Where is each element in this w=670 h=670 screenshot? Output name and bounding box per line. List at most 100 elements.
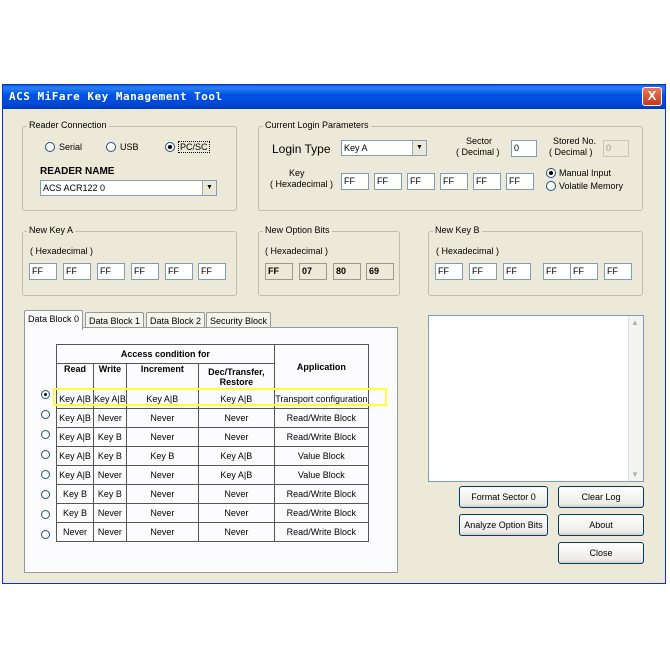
access-cell: Never xyxy=(93,503,127,523)
access-cell: Key B xyxy=(93,427,127,447)
new-option-bits-legend: New Option Bits xyxy=(263,225,332,235)
login-parameters-legend: Current Login Parameters xyxy=(263,120,371,130)
login-key-byte-4[interactable]: FF xyxy=(440,173,468,190)
sector-input[interactable]: 0 xyxy=(511,140,537,157)
row-select-radio[interactable] xyxy=(41,490,50,499)
access-cell: Key B xyxy=(93,446,127,466)
new-key-b-byte-6[interactable]: FF xyxy=(604,263,632,280)
row-select-radio[interactable] xyxy=(41,390,50,399)
new-key-b-byte-2[interactable]: FF xyxy=(469,263,497,280)
option-bits-byte-2: 07 xyxy=(299,263,327,280)
option-bits-byte-3: 80 xyxy=(333,263,361,280)
window-title: ACS MiFare Key Management Tool xyxy=(9,90,223,103)
option-bits-byte-4: 69 xyxy=(366,263,394,280)
access-cell: Never xyxy=(197,484,275,504)
access-condition-table: Access condition for Application Read Wr… xyxy=(56,344,369,542)
access-cell: Never xyxy=(125,484,199,504)
close-window-icon[interactable]: X xyxy=(642,87,662,106)
option-bits-hex-label: ( Hexadecimal ) xyxy=(265,246,329,256)
scroll-down-icon[interactable]: ▼ xyxy=(631,470,639,479)
table-row[interactable]: Key A|B Never Never Key A|B Value Block xyxy=(56,465,369,485)
scroll-up-icon[interactable]: ▲ xyxy=(631,318,639,327)
new-key-a-hex-label: ( Hexadecimal ) xyxy=(30,246,94,256)
access-cell: Never xyxy=(93,522,127,542)
access-cell: Never xyxy=(125,427,199,447)
column-read: Read xyxy=(56,363,94,390)
access-cell: Never xyxy=(125,408,199,428)
chevron-down-icon[interactable]: ▼ xyxy=(412,141,426,155)
manual-input-radio[interactable] xyxy=(546,168,556,178)
table-row[interactable]: Key A|B Key A|B Key A|B Key A|B Transport co… xyxy=(56,389,369,409)
access-condition-header: Access condition for xyxy=(56,344,275,364)
new-key-b-hex-label: ( Hexadecimal ) xyxy=(436,246,500,256)
reader-name-select[interactable]: ACS ACR122 0 ▼ xyxy=(40,180,217,196)
access-cell: Key A|B xyxy=(197,446,275,466)
table-row[interactable]: Key B Key B Never Never Read/Write Block xyxy=(56,484,369,504)
access-cell: Never xyxy=(125,503,199,523)
table-row[interactable]: Never Never Never Never Read/Write Block xyxy=(56,522,369,542)
reader-connection-legend: Reader Connection xyxy=(27,120,109,130)
key-hex-label: ( Hexadecimal ) xyxy=(270,179,334,189)
table-row[interactable]: Key A|B Key B Key B Key A|B Value Block xyxy=(56,446,369,466)
access-cell: Never xyxy=(93,465,127,485)
login-type-select[interactable]: Key A ▼ xyxy=(341,140,427,156)
format-sector-button[interactable]: Format Sector 0 xyxy=(459,486,548,508)
login-key-byte-2[interactable]: FF xyxy=(374,173,402,190)
row-select-radio[interactable] xyxy=(41,530,50,539)
login-key-byte-5[interactable]: FF xyxy=(473,173,501,190)
row-select-radio[interactable] xyxy=(41,470,50,479)
access-cell: Key A|B xyxy=(197,389,275,409)
usb-radio[interactable] xyxy=(106,142,116,152)
analyze-option-bits-button[interactable]: Analyze Option Bits xyxy=(459,514,548,536)
row-select-radio[interactable] xyxy=(41,430,50,439)
new-key-a-byte-2[interactable]: FF xyxy=(63,263,91,280)
close-button[interactable]: Close xyxy=(558,542,644,564)
login-key-byte-6[interactable]: FF xyxy=(506,173,534,190)
new-key-a-byte-1[interactable]: FF xyxy=(29,263,57,280)
log-listbox[interactable]: ▲ ▼ xyxy=(428,315,644,482)
access-cell: Key A|B xyxy=(197,465,275,485)
clear-log-button[interactable]: Clear Log xyxy=(558,486,644,508)
log-scrollbar[interactable]: ▲ ▼ xyxy=(628,316,643,481)
new-key-b-byte-3[interactable]: FF xyxy=(503,263,531,280)
stored-decimal-label: ( Decimal ) xyxy=(549,147,593,157)
access-cell: Key A|B xyxy=(56,389,94,409)
access-cell: Never xyxy=(197,503,275,523)
access-cell: Key A|B xyxy=(56,446,94,466)
about-button[interactable]: About xyxy=(558,514,644,536)
volatile-memory-label: Volatile Memory xyxy=(559,181,624,191)
access-cell: Key B xyxy=(93,484,127,504)
pcsc-label: PC/SC xyxy=(178,141,210,153)
new-key-b-byte-5[interactable]: FF xyxy=(570,263,598,280)
application-cell: Read/Write Block xyxy=(273,427,369,447)
login-key-byte-1[interactable]: FF xyxy=(341,173,369,190)
table-row[interactable]: Key A|B Key B Never Never Read/Write Block xyxy=(56,427,369,447)
application-cell: Transport configuration xyxy=(273,389,369,409)
row-select-radio[interactable] xyxy=(41,450,50,459)
tab-data-block-0[interactable]: Data Block 0 xyxy=(24,310,84,330)
title-bar[interactable]: ACS MiFare Key Management Tool X xyxy=(3,85,665,109)
serial-radio[interactable] xyxy=(45,142,55,152)
row-select-radio[interactable] xyxy=(41,410,50,419)
stored-no-label: Stored No. xyxy=(553,136,597,146)
application-header: Application xyxy=(273,344,369,390)
login-key-byte-3[interactable]: FF xyxy=(407,173,435,190)
pcsc-radio[interactable] xyxy=(165,142,175,152)
login-type-value: Key A xyxy=(344,143,368,153)
sector-decimal-label: ( Decimal ) xyxy=(456,147,500,157)
new-key-b-byte-1[interactable]: FF xyxy=(435,263,463,280)
access-cell: Never xyxy=(125,465,199,485)
table-row[interactable]: Key A|B Never Never Never Read/Write Block xyxy=(56,408,369,428)
table-row[interactable]: Key B Never Never Never Read/Write Block xyxy=(56,503,369,523)
access-cell: Key A|B xyxy=(56,427,94,447)
new-key-a-byte-3[interactable]: FF xyxy=(97,263,125,280)
volatile-memory-radio[interactable] xyxy=(546,181,556,191)
new-key-a-byte-5[interactable]: FF xyxy=(165,263,193,280)
serial-label: Serial xyxy=(59,142,83,152)
option-bits-byte-1: FF xyxy=(265,263,293,280)
new-key-b-byte-4[interactable]: FF xyxy=(543,263,571,280)
row-select-radio[interactable] xyxy=(41,510,50,519)
new-key-a-byte-4[interactable]: FF xyxy=(131,263,159,280)
chevron-down-icon[interactable]: ▼ xyxy=(202,181,216,195)
new-key-a-byte-6[interactable]: FF xyxy=(198,263,226,280)
